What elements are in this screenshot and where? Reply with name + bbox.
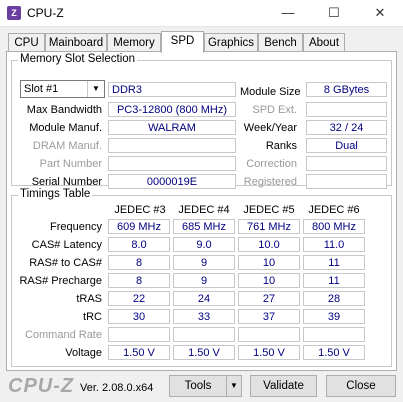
tab-bench[interactable]: Bench	[258, 33, 303, 52]
command-rate-label: Command Rate	[24, 329, 102, 341]
part-number-label: Part Number	[39, 158, 102, 170]
memory-slot-group: Memory Slot Selection Slot #1 ▼ DDR3 Max…	[11, 53, 392, 189]
memory-type-value: DDR3	[108, 82, 236, 97]
tab-spd[interactable]: SPD	[161, 31, 204, 53]
correction-value	[306, 156, 387, 171]
minimize-button[interactable]: —	[265, 0, 311, 26]
frequency-value: 685 MHz	[173, 219, 235, 234]
tras-value: 24	[173, 291, 235, 306]
tab-memory[interactable]: Memory	[107, 33, 161, 52]
timings-col-header: JEDEC #5	[243, 204, 295, 216]
version-text: Ver. 2.08.0.x64	[80, 382, 154, 394]
cpu-z-app-icon: Z	[7, 6, 21, 20]
command-rate-value	[303, 327, 365, 342]
ras-precharge-value: 10	[238, 273, 300, 288]
spd-panel: Memory Slot Selection Slot #1 ▼ DDR3 Max…	[6, 51, 397, 371]
cas-latency-label: CAS# Latency	[31, 239, 102, 251]
ras-precharge-label: RAS# Precharge	[19, 275, 102, 287]
ras-to-cas-value: 11	[303, 255, 365, 270]
tras-value: 27	[238, 291, 300, 306]
frequency-value: 761 MHz	[238, 219, 300, 234]
trc-value: 39	[303, 309, 365, 324]
max-bandwidth-value: PC3-12800 (800 MHz)	[108, 102, 236, 117]
ras-precharge-value: 11	[303, 273, 365, 288]
title-bar: Z CPU-Z — ☐ ✕	[0, 0, 403, 27]
chevron-down-icon[interactable]: ▼	[87, 81, 104, 97]
command-rate-value	[173, 327, 235, 342]
trc-value: 33	[173, 309, 235, 324]
slot-select-value: Slot #1	[24, 83, 59, 95]
voltage-value: 1.50 V	[303, 345, 365, 360]
registered-value	[306, 174, 387, 189]
ranks-label: Ranks	[265, 140, 297, 152]
cas-latency-value: 10.0	[238, 237, 300, 252]
timings-col-header: JEDEC #3	[114, 204, 166, 216]
tab-mainboard[interactable]: Mainboard	[45, 33, 107, 52]
spd-ext-value	[306, 102, 387, 117]
trc-value: 37	[238, 309, 300, 324]
tools-dropdown-arrow-icon[interactable]: ▼	[226, 375, 242, 397]
serial-number-value: 0000019E	[108, 174, 236, 189]
tras-value: 28	[303, 291, 365, 306]
frequency-value: 609 MHz	[108, 219, 170, 234]
maximize-button[interactable]: ☐	[311, 0, 357, 26]
ras-to-cas-value: 8	[108, 255, 170, 270]
dram-manuf-label: DRAM Manuf.	[32, 140, 102, 152]
timings-group: Timings Table JEDEC #3 JEDEC #4 JEDEC #5…	[11, 188, 392, 367]
week-year-value: 32 / 24	[306, 120, 387, 135]
memory-slot-group-title: Memory Slot Selection	[18, 53, 138, 65]
module-size-value: 8 GBytes	[306, 82, 387, 97]
ras-to-cas-value: 9	[173, 255, 235, 270]
cpu-z-brand-logo: CPU-Z	[8, 375, 75, 397]
cas-latency-value: 9.0	[173, 237, 235, 252]
cas-latency-value: 11.0	[303, 237, 365, 252]
voltage-value: 1.50 V	[108, 345, 170, 360]
dram-manuf-value	[108, 138, 236, 153]
voltage-value: 1.50 V	[238, 345, 300, 360]
command-rate-value	[108, 327, 170, 342]
timings-col-header: JEDEC #6	[308, 204, 360, 216]
trc-label: tRC	[83, 311, 102, 323]
timings-col-header: JEDEC #4	[178, 204, 230, 216]
trc-value: 30	[108, 309, 170, 324]
command-rate-value	[238, 327, 300, 342]
tab-strip: CPU Mainboard Memory SPD Graphics Bench …	[8, 31, 396, 53]
ras-to-cas-label: RAS# to CAS#	[29, 257, 102, 269]
tab-graphics[interactable]: Graphics	[204, 33, 258, 52]
correction-label: Correction	[246, 158, 297, 170]
tools-button[interactable]: Tools	[169, 375, 227, 397]
close-window-button[interactable]: ✕	[357, 0, 403, 26]
timings-group-title: Timings Table	[18, 188, 93, 200]
window-title: CPU-Z	[27, 6, 64, 20]
voltage-value: 1.50 V	[173, 345, 235, 360]
tras-label: tRAS	[76, 293, 102, 305]
spd-ext-label: SPD Ext.	[252, 104, 297, 116]
ranks-value: Dual	[306, 138, 387, 153]
close-button[interactable]: Close	[326, 375, 396, 397]
part-number-value	[108, 156, 236, 171]
max-bandwidth-label: Max Bandwidth	[26, 104, 102, 116]
serial-number-label: Serial Number	[31, 176, 102, 188]
validate-button[interactable]: Validate	[250, 375, 317, 397]
tab-cpu[interactable]: CPU	[8, 33, 45, 52]
slot-select[interactable]: Slot #1 ▼	[20, 80, 105, 98]
module-manuf-value: WALRAM	[108, 120, 236, 135]
tab-about[interactable]: About	[303, 33, 345, 52]
module-size-label: Module Size	[240, 86, 301, 98]
cas-latency-value: 8.0	[108, 237, 170, 252]
ras-precharge-value: 9	[173, 273, 235, 288]
week-year-label: Week/Year	[243, 122, 297, 134]
ras-to-cas-value: 10	[238, 255, 300, 270]
voltage-label: Voltage	[65, 347, 102, 359]
bottom-bar: CPU-Z Ver. 2.08.0.x64 Tools ▼ Validate C…	[0, 372, 403, 402]
frequency-label: Frequency	[50, 221, 102, 233]
ras-precharge-value: 8	[108, 273, 170, 288]
frequency-value: 800 MHz	[303, 219, 365, 234]
tras-value: 22	[108, 291, 170, 306]
module-manuf-label: Module Manuf.	[29, 122, 102, 134]
registered-label: Registered	[243, 176, 297, 188]
